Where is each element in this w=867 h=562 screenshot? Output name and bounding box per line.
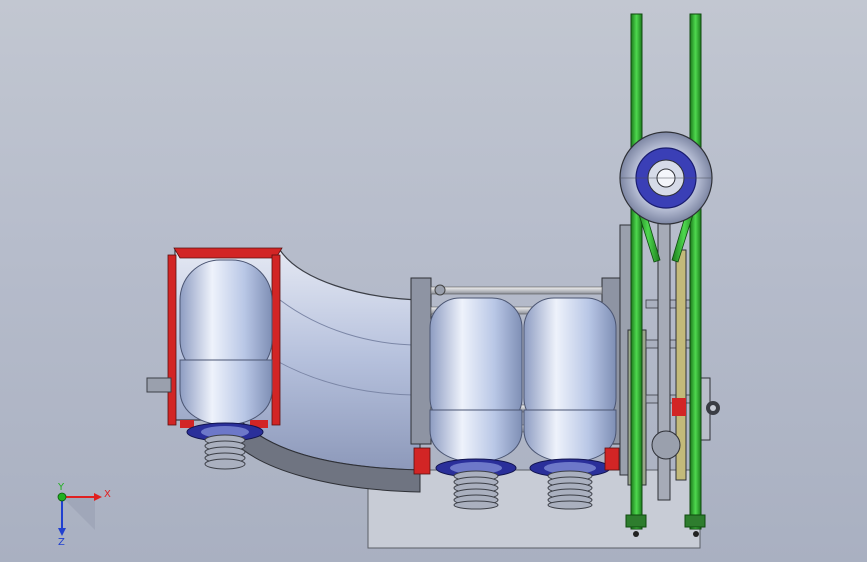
y-axis-dot-icon bbox=[57, 492, 67, 502]
coordinate-triad[interactable]: X Y Z bbox=[57, 482, 111, 548]
bottle-left bbox=[179, 259, 273, 442]
x-arrowhead-icon bbox=[94, 493, 102, 501]
bottle-middle-1 bbox=[429, 297, 523, 478]
x-axis-label: X bbox=[104, 489, 111, 500]
hub-assembly bbox=[619, 131, 713, 225]
bottle-middle-2 bbox=[523, 297, 617, 478]
end-plate-left bbox=[410, 277, 432, 445]
spring-middle-2 bbox=[547, 470, 593, 510]
y-axis-label: Y bbox=[57, 482, 65, 493]
spring-middle-1 bbox=[453, 470, 499, 510]
spring-left bbox=[204, 434, 246, 470]
cad-viewport[interactable]: X Y Z bbox=[0, 0, 867, 562]
cut-section-right bbox=[604, 447, 620, 471]
z-axis-label: Z bbox=[58, 537, 65, 548]
z-arrowhead-icon bbox=[58, 528, 66, 536]
assembly-model-view[interactable]: X Y Z bbox=[0, 0, 867, 562]
